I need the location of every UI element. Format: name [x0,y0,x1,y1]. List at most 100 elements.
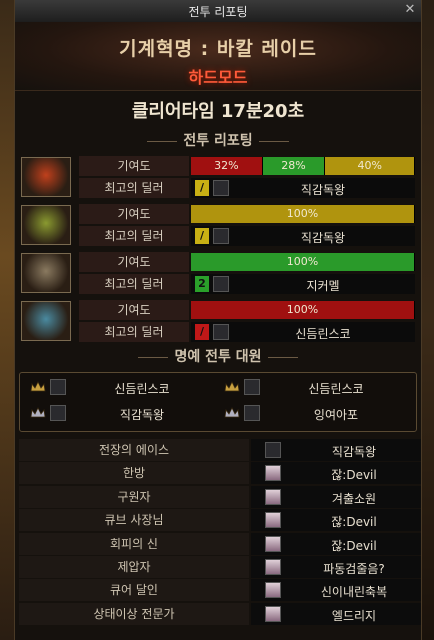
avatar-icon [265,605,281,622]
title-bar[interactable]: 전투 리포팅 ✕ [15,0,421,23]
crown-icon [30,381,46,393]
contribution-row: 기여도 100% [79,204,415,224]
honor-member-name: 잉여아포 [313,408,359,422]
award-title: 한방 [19,462,249,485]
best-dealer-name: 직감독왕 [300,231,346,245]
award-winner[interactable]: 파동검줄음? [251,556,421,578]
avatar-icon [265,582,281,599]
best-dealer-row: 최고의 딜러 / 신듬린스코 [79,322,415,342]
contribution-segment: 40% [325,157,415,175]
best-dealer-label: 최고의 딜러 [79,322,189,342]
party-block: 기여도 32% 28% 40% 최고의 딜러 / 직감독왕 [19,155,417,199]
award-title: 큐어 달인 [19,579,249,602]
clear-time: 클리어타임 17분20초 [131,101,305,122]
award-winner[interactable]: 잖:Devil [251,509,421,532]
avatar-icon [213,228,229,244]
section-honor-label: 명예 전투 대원 [134,347,301,367]
award-winner[interactable]: 잖:Devil [251,462,421,485]
avatar-icon [265,512,281,529]
weapon-badge-icon: 2 [195,276,209,292]
weapon-badge-icon: / [195,180,209,196]
honor-members-panel: 신듬린스코 신듬린스코직감독왕 잉여아포 [19,372,417,432]
award-winner-name: 잖:Devil [331,468,377,483]
award-winner[interactable]: 직감독왕 [251,439,421,461]
dungeon-header: 기계혁명 : 바칼 레이드 하드모드 [15,22,421,91]
award-row: 큐어 달인 신이내린축복 [19,579,421,602]
avatar-icon [265,488,281,505]
party-portrait [21,301,71,341]
section-header-report: 전투 리포팅 [15,131,421,151]
crown-icon [30,407,46,419]
contribution-label: 기여도 [79,156,189,176]
award-winner-name: 겨출소원 [331,491,377,506]
award-row: 상태이상 전문가 엘드리지 [19,602,421,625]
best-dealer-field: / 신듬린스코 [191,322,415,342]
avatar-icon [244,405,260,421]
avatar-icon [213,180,229,196]
award-winner-name: 파동검줄음? [323,562,385,576]
honor-member[interactable]: 신듬린스코 [26,377,216,399]
award-title: 구원자 [19,485,249,508]
contribution-row: 기여도 32% 28% 40% [79,156,415,176]
party-block: 기여도 100% 최고의 딜러 / 직감독왕 [19,203,417,247]
contribution-bar: 100% [191,301,415,319]
close-button[interactable]: ✕ [403,3,417,17]
award-winner[interactable]: 겨출소원 [251,485,421,508]
honor-member-name: 직감독왕 [119,408,165,422]
contribution-segment: 100% [191,253,415,271]
best-dealer-name: 직감독왕 [300,183,346,197]
award-row: 제압자 파동검줄음? [19,556,421,578]
honor-member-name: 신듬린스코 [114,382,170,396]
weapon-badge-icon: / [195,228,209,244]
contribution-label: 기여도 [79,300,189,320]
contribution-bar: 100% [191,205,415,223]
section-report-label: 전투 리포팅 [143,131,292,151]
party-portrait [21,253,71,293]
award-winner-name: 엘드리지 [331,608,377,623]
honor-member[interactable]: 신듬린스코 [220,377,410,399]
contribution-segment: 32% [191,157,263,175]
honor-member[interactable]: 직감독왕 [26,403,216,425]
dungeon-name: 기계혁명 : 바칼 레이드 [119,38,317,60]
award-winner[interactable]: 잖:Devil [251,532,421,555]
award-row: 큐브 사장님 잖:Devil [19,509,421,532]
contribution-segment: 28% [262,157,326,175]
contribution-label: 기여도 [79,252,189,272]
award-title: 제압자 [19,556,249,578]
best-dealer-field: 2 지커멜 [191,274,415,294]
best-dealer-field: / 직감독왕 [191,178,415,198]
contribution-bar: 100% [191,253,415,271]
award-title: 회피의 신 [19,532,249,555]
best-dealer-field: / 직감독왕 [191,226,415,246]
battle-report-window: 전투 리포팅 ✕ 기계혁명 : 바칼 레이드 하드모드 클리어타임 17분20초… [14,0,422,640]
award-title: 큐브 사장님 [19,509,249,532]
avatar-icon [50,379,66,395]
crown-icon [224,407,240,419]
contribution-segment: 100% [191,205,415,223]
avatar-icon [265,559,281,575]
party-block: 기여도 100% 최고의 딜러 2 지커멜 [19,251,417,295]
avatar-icon [213,276,229,292]
contribution-label: 기여도 [79,204,189,224]
award-winner-name: 잖:Devil [331,515,377,530]
award-winner[interactable]: 신이내린축복 [251,579,421,602]
award-winner-name: 잖:Devil [331,538,377,553]
party-block: 기여도 100% 최고의 딜러 / 신듬린스코 [19,299,417,343]
best-dealer-name: 신듬린스코 [295,327,351,341]
award-row: 구원자 겨출소원 [19,485,421,508]
contribution-row: 기여도 100% [79,300,415,320]
section-header-honor: 명예 전투 대원 [15,347,421,367]
party-portrait [21,157,71,197]
award-winner[interactable]: 엘드리지 [251,602,421,625]
best-dealer-label: 최고의 딜러 [79,178,189,198]
avatar-icon [265,442,281,458]
honor-member[interactable]: 잉여아포 [220,403,410,425]
avatar-icon [265,535,281,552]
award-row: 회피의 신 잖:Devil [19,532,421,555]
honor-member-name: 신듬린스코 [308,382,364,396]
contribution-row: 기여도 100% [79,252,415,272]
avatar-icon [265,465,281,482]
crown-icon [224,381,240,393]
dungeon-mode: 하드모드 [188,68,248,87]
best-dealer-row: 최고의 딜러 / 직감독왕 [79,178,415,198]
